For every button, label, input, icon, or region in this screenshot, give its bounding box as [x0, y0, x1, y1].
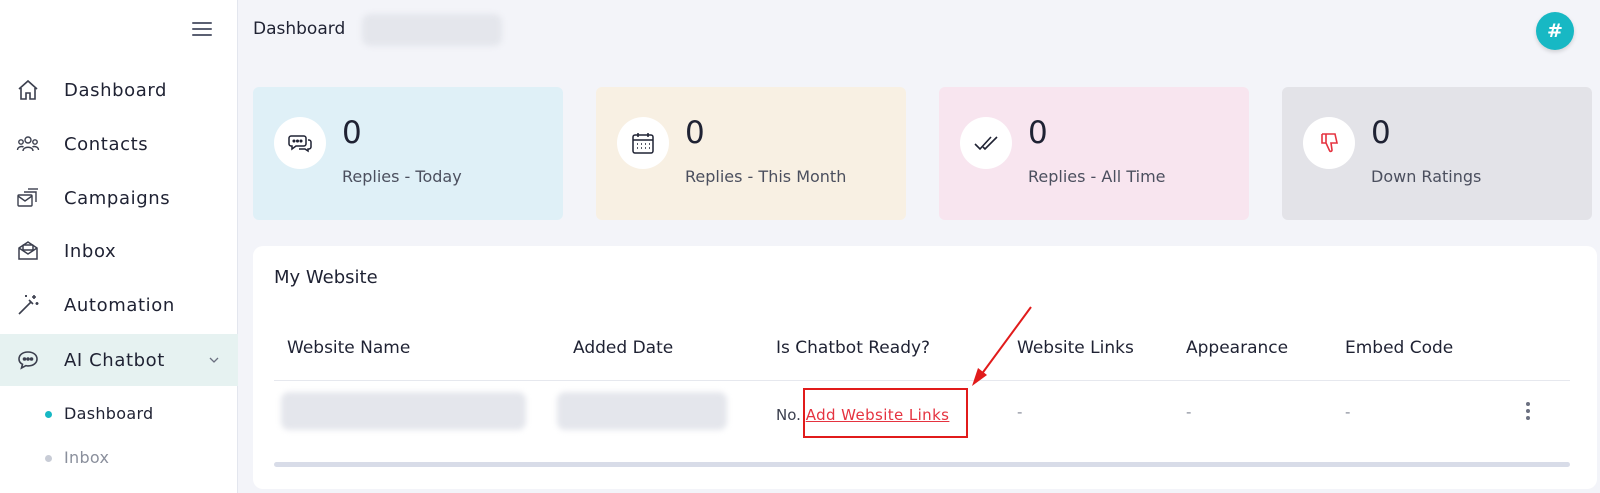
annotation-highlight-box: [803, 388, 968, 438]
magic-wand-icon: [18, 295, 39, 315]
stat-card-down-ratings: 0 Down Ratings: [1282, 87, 1592, 220]
campaigns-icon: [17, 188, 38, 207]
sidebar: Dashboard Contacts Campaigns Inbox Autom…: [0, 0, 238, 493]
redacted-website-name: [281, 392, 526, 430]
embed-code-cell: -: [1345, 403, 1351, 421]
thumbs-down-icon: [1321, 133, 1338, 153]
sidebar-item-ai-chatbot[interactable]: AI Chatbot: [0, 334, 238, 386]
double-check-icon: [974, 136, 998, 151]
sidebar-item-label: Contacts: [64, 133, 149, 155]
stat-icon-wrap: [274, 117, 326, 169]
sidebar-item-campaigns[interactable]: Campaigns: [0, 172, 238, 224]
column-header-website-name: Website Name: [287, 338, 411, 358]
stat-label: Down Ratings: [1371, 167, 1482, 186]
calendar-icon: [632, 133, 654, 154]
chat-bubbles-icon: [288, 135, 312, 153]
sidebar-subitem-label: Inbox: [64, 448, 110, 467]
panel-title: My Website: [274, 267, 378, 288]
stat-label: Replies - All Time: [1028, 167, 1166, 186]
website-links-cell: -: [1017, 403, 1023, 421]
menu-toggle-icon[interactable]: [192, 22, 212, 38]
column-header-website-links: Website Links: [1017, 338, 1134, 358]
stat-icon-wrap: [617, 117, 669, 169]
sidebar-item-label: Dashboard: [64, 79, 168, 101]
active-dot: [45, 411, 52, 418]
redacted-account-name: [362, 14, 502, 46]
horizontal-scrollbar[interactable]: [274, 462, 1570, 467]
column-header-added-date: Added Date: [573, 338, 674, 358]
redacted-added-date: [557, 392, 727, 430]
stat-card-replies-today: 0 Replies - Today: [253, 87, 563, 220]
sidebar-item-contacts[interactable]: Contacts: [0, 118, 238, 170]
sidebar-subitem-inbox[interactable]: Inbox: [0, 438, 238, 478]
my-website-panel: My Website Website Name Added Date Is Ch…: [253, 246, 1597, 489]
column-header-appearance: Appearance: [1186, 338, 1289, 358]
stat-value: 0: [342, 115, 362, 151]
stat-icon-wrap: [960, 117, 1012, 169]
sidebar-item-label: AI Chatbot: [64, 349, 165, 371]
stat-card-replies-all-time: 0 Replies - All Time: [939, 87, 1249, 220]
sidebar-item-label: Automation: [64, 294, 175, 316]
sidebar-item-label: Campaigns: [64, 187, 171, 209]
inbox-icon: [18, 241, 38, 260]
row-actions-kebab-icon[interactable]: [1523, 402, 1533, 424]
stat-value: 0: [1371, 115, 1391, 151]
chatbot-ready-status: No.: [776, 406, 801, 424]
page-title: Dashboard: [253, 19, 346, 39]
stat-label: Replies - This Month: [685, 167, 847, 186]
stat-value: 0: [1028, 115, 1048, 151]
home-icon: [18, 79, 38, 100]
inactive-dot: [45, 455, 52, 462]
sidebar-item-inbox[interactable]: Inbox: [0, 225, 238, 277]
stat-value: 0: [685, 115, 705, 151]
sidebar-subitem-dashboard[interactable]: Dashboard: [0, 394, 238, 434]
chevron-down-icon: [209, 357, 219, 363]
sidebar-item-dashboard[interactable]: Dashboard: [0, 64, 238, 116]
avatar[interactable]: #: [1536, 12, 1574, 50]
column-header-chatbot-ready: Is Chatbot Ready?: [776, 338, 931, 358]
stat-icon-wrap: [1303, 117, 1355, 169]
column-header-embed-code: Embed Code: [1345, 338, 1454, 358]
sidebar-item-automation[interactable]: Automation: [0, 279, 238, 331]
sidebar-subitem-label: Dashboard: [64, 404, 154, 423]
chatbot-icon: [18, 351, 38, 370]
sidebar-item-label: Inbox: [64, 240, 117, 262]
contacts-icon: [16, 136, 40, 152]
stat-label: Replies - Today: [342, 167, 462, 186]
appearance-cell: -: [1186, 403, 1192, 421]
stat-card-replies-this-month: 0 Replies - This Month: [596, 87, 906, 220]
table-divider: [274, 380, 1570, 381]
